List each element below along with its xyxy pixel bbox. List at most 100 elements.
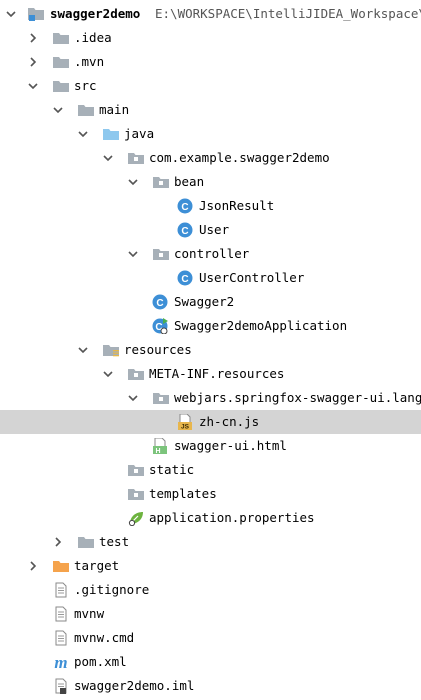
tree-row-webjars[interactable]: webjars.springfox-swagger-ui.lang [0,386,421,410]
html-badge: H [155,448,160,454]
tree-label: mvnw [74,606,105,621]
tree-row-package[interactable]: com.example.swagger2demo [0,146,421,170]
project-tree: swagger2demo E:\WORKSPACE\IntelliJIDEA_W… [0,0,421,700]
tree-row-java[interactable]: java [0,122,421,146]
chevron-down-icon[interactable] [6,9,16,19]
tree-label: bean [174,174,205,189]
tree-label: main [99,102,130,117]
tree-label: zh-cn.js [199,414,260,429]
tree-label: java [124,126,155,141]
tree-label: mvnw.cmd [74,630,135,645]
tree-row-application-properties[interactable]: application.properties [0,506,421,530]
package-icon [127,486,145,502]
excluded-folder-icon [52,558,70,574]
chevron-down-icon[interactable] [128,177,138,187]
folder-icon [52,54,70,70]
class-letter: C [181,202,188,213]
tree-row-target[interactable]: target [0,554,421,578]
folder-icon [77,102,95,118]
tree-label: User [199,222,230,237]
class-icon: C [177,198,193,214]
chevron-right-icon[interactable] [28,33,38,43]
tree-row-bean[interactable]: bean [0,170,421,194]
tree-label: application.properties [149,510,315,525]
tree-label: META-INF.resources [149,366,285,381]
tree-label: templates [149,486,217,501]
maven-letter: m [54,654,67,670]
tree-label: UserController [199,270,305,285]
tree-row-resources[interactable]: resources [0,338,421,362]
tree-row-iml[interactable]: swagger2demo.iml [0,674,421,698]
class-letter: C [156,298,163,309]
tree-row-mvnw[interactable]: mvnw [0,602,421,626]
tree-row-mvn[interactable]: .mvn [0,50,421,74]
spring-leaf-icon [128,512,143,526]
tree-row-static[interactable]: static [0,458,421,482]
class-letter: C [181,226,188,237]
tree-row-pom-xml[interactable]: m pom.xml [0,650,421,674]
package-icon [152,246,170,262]
tree-label: static [149,462,195,477]
javascript-file-icon: JS [178,414,192,430]
class-icon: C [177,270,193,286]
tree-label: com.example.swagger2demo [149,150,330,165]
tree-label: resources [124,342,192,357]
tree-label: JsonResult [199,198,275,213]
tree-row-meta-inf[interactable]: META-INF.resources [0,362,421,386]
class-icon: C [152,294,168,310]
package-icon [152,390,170,406]
file-icon [52,606,70,622]
chevron-right-icon[interactable] [53,537,63,547]
chevron-down-icon[interactable] [128,393,138,403]
tree-label: swagger-ui.html [174,438,287,453]
tree-label: pom.xml [74,654,127,669]
chevron-down-icon[interactable] [78,129,88,139]
class-letter: C [181,274,188,285]
tree-row-mvnw-cmd[interactable]: mvnw.cmd [0,626,421,650]
tree-row-controller[interactable]: controller [0,242,421,266]
tree-label: .idea [74,30,112,45]
chevron-down-icon[interactable] [28,81,38,91]
package-icon [152,174,170,190]
tree-label: controller [174,246,250,261]
tree-label: test [99,534,130,549]
spring-boot-class-icon: C [152,318,168,334]
tree-row-zh-cn-js[interactable]: JS zh-cn.js [0,410,421,434]
js-badge: JS [181,424,190,430]
root-name: swagger2demo [50,6,141,21]
module-folder-icon [27,6,45,22]
resources-folder-icon [102,342,120,358]
tree-row-application-class[interactable]: C Swagger2demoApplication [0,314,421,338]
chevron-down-icon[interactable] [78,345,88,355]
tree-label: src [74,78,97,93]
tree-row-idea[interactable]: .idea [0,26,421,50]
chevron-down-icon[interactable] [103,153,113,163]
chevron-down-icon[interactable] [103,369,113,379]
tree-row-root[interactable]: swagger2demo E:\WORKSPACE\IntelliJIDEA_W… [0,2,421,26]
file-icon [52,630,70,646]
tree-row-swagger-ui-html[interactable]: H swagger-ui.html [0,434,421,458]
chevron-down-icon[interactable] [53,105,63,115]
tree-label: .mvn [74,54,105,69]
tree-row-src[interactable]: src [0,74,421,98]
tree-row-templates[interactable]: templates [0,482,421,506]
tree-row-user[interactable]: C User [0,218,421,242]
package-icon [127,150,145,166]
iml-file-icon [55,678,67,694]
tree-label: Swagger2demoApplication [174,318,348,333]
folder-icon [77,534,95,550]
folder-icon [52,78,70,94]
chevron-right-icon[interactable] [28,561,38,571]
tree-label: Swagger2 [174,294,235,309]
tree-row-main[interactable]: main [0,98,421,122]
source-folder-icon [102,126,120,142]
chevron-right-icon[interactable] [28,57,38,67]
tree-row-test[interactable]: test [0,530,421,554]
tree-row-usercontroller[interactable]: C UserController [0,266,421,290]
maven-icon: m [54,654,67,670]
tree-row-gitignore[interactable]: .gitignore [0,578,421,602]
class-icon: C [177,222,193,238]
chevron-down-icon[interactable] [128,249,138,259]
tree-row-jsonresult[interactable]: C JsonResult [0,194,421,218]
tree-row-swagger2[interactable]: C Swagger2 [0,290,421,314]
